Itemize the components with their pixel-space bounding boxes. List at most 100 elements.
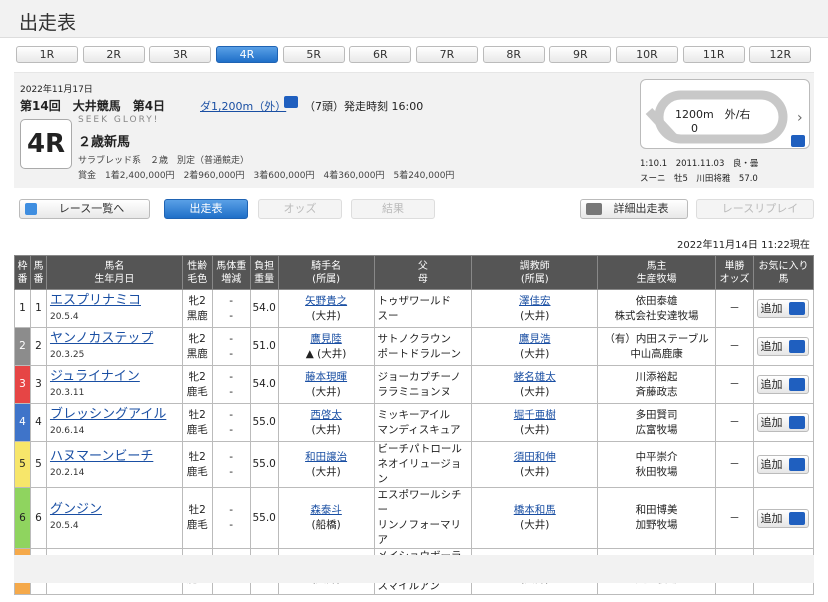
race-tab-7r[interactable]: 7R (416, 46, 478, 63)
odds-cell: － (714, 365, 754, 404)
entries-button[interactable]: 出走表 (164, 199, 248, 219)
jockey-link[interactable]: 和田譲治 (305, 451, 347, 463)
prize-2: 2着960,000円 (183, 171, 245, 181)
jockey-affiliation: ▲ (大井) (305, 347, 347, 360)
burden-cell: 51.0 (249, 327, 279, 366)
race-tab-6r[interactable]: 6R (349, 46, 412, 63)
add-favorite-button[interactable]: 追加 (757, 413, 810, 432)
body-weight-cell: -- (211, 365, 251, 404)
race-tab-2r[interactable]: 2R (82, 46, 145, 63)
distance-link[interactable]: ダ1,200m（外） (200, 98, 286, 114)
race-tab-5r[interactable]: 5R (282, 46, 345, 63)
horse-birthdate: 20.5.4 (49, 311, 79, 322)
race-replay-button[interactable]: レースリプレイ (696, 199, 814, 219)
header-weight: 馬体重 増減 (211, 255, 251, 290)
jockey-link[interactable]: 鷹見陸 (310, 333, 342, 345)
horse-name-link[interactable]: ジュライナイン (50, 369, 140, 384)
horse-name-link[interactable]: ブレッシングアイル (50, 407, 166, 422)
chevron-right-icon[interactable]: › (797, 110, 803, 126)
owner-cell: 和田博美 加野牧場 (597, 487, 716, 549)
sex-age-cell: 牡2 鹿毛 (181, 403, 213, 442)
odds-cell: － (714, 441, 754, 488)
add-favorite-button[interactable]: 追加 (757, 299, 810, 318)
jockey-link[interactable]: 西啓太 (310, 409, 342, 421)
record-line-1: 1:10.1 2011.11.03 良・曇 (640, 159, 759, 169)
trainer-link[interactable]: 蛯名雄太 (514, 371, 556, 383)
favorite-icon (789, 302, 806, 315)
owner-cell: 川添裕起 斉藤政志 (597, 365, 716, 404)
header-burden: 負担 重量 (249, 255, 279, 290)
table-header: 枠番 馬番 馬名 生年月日 性齢 毛色 馬体重 増減 負担 重量 騎手名 (所属) 父母 … (14, 255, 815, 290)
course-diagram[interactable]: 1200m 外/右 0 › (640, 79, 810, 149)
trainer-link[interactable]: 橋本和馬 (514, 504, 556, 516)
owner-cell: （有）内田ステーブル 中山高鹿康 (597, 327, 716, 366)
race-tab-3r[interactable]: 3R (149, 46, 212, 63)
trainer-link[interactable]: 澤佳宏 (519, 295, 551, 307)
sex-age-cell: 牡2 鹿毛 (181, 441, 213, 488)
horse-birthdate: 20.5.4 (49, 521, 79, 531)
horse-name-link[interactable]: ハヌマーンビーチ (50, 449, 153, 464)
prize-list: 賞金 1着2,400,000円 2着960,000円 3着600,000円 4着… (78, 168, 454, 181)
waku-cell: 2 (14, 327, 31, 366)
trainer-cell: 須田和伸 (大井) (471, 441, 599, 488)
favorite-icon (789, 378, 806, 391)
body-weight-cell: -- (211, 403, 251, 442)
jockey-link[interactable]: 矢野貴之 (305, 295, 347, 307)
race-meeting: 第14回 大井競馬 第4日 (20, 99, 166, 113)
race-tab-12r[interactable]: 12R (749, 46, 812, 63)
favorite-icon (789, 511, 806, 525)
trainer-affiliation: (大井) (520, 423, 550, 436)
race-tab-10r[interactable]: 10R (616, 46, 678, 63)
race-tab-9r[interactable]: 9R (549, 46, 612, 63)
race-tabs: 1R 2R 3R 4R 5R 6R 7R 8R 9R 10R 11R 12R (14, 46, 814, 64)
trainer-link[interactable]: 堀千亜樹 (514, 409, 556, 421)
horse-name-link[interactable]: ヤンノカステップ (50, 331, 153, 346)
race-number-box: 4R (20, 119, 72, 169)
jockey-link[interactable]: 森泰斗 (310, 504, 342, 516)
uma-cell: 2 (29, 327, 47, 366)
race-tab-8r[interactable]: 8R (482, 46, 545, 63)
header-jockey: 騎手名 (所属) (277, 255, 375, 290)
horse-birthdate: 20.2.14 (49, 467, 85, 478)
trainer-affiliation: (大井) (520, 465, 550, 478)
add-favorite-button[interactable]: 追加 (757, 375, 810, 394)
favorite-icon (789, 416, 806, 429)
waku-cell: 4 (14, 403, 31, 442)
add-favorite-button[interactable]: 追加 (757, 337, 810, 356)
trainer-link[interactable]: 須田和伸 (514, 451, 556, 463)
body-weight-cell: -- (211, 487, 251, 549)
add-favorite-button[interactable]: 追加 (757, 455, 810, 474)
prize-label: 賞金 (78, 171, 97, 181)
page-title: 出走表 (19, 12, 77, 34)
page-header: 出走表 (0, 0, 828, 38)
results-button[interactable]: 結果 (351, 199, 435, 219)
course-detail-icon[interactable] (791, 135, 805, 147)
race-list-button[interactable]: レース一覧へ (19, 199, 150, 219)
horse-name-link[interactable]: グンジン (50, 502, 102, 517)
favorite-icon (789, 340, 806, 353)
course-start-mark: 0 (691, 122, 698, 135)
sex-age-cell: 牝2 黒鹿 (181, 289, 213, 328)
race-tab-1r[interactable]: 1R (16, 46, 78, 63)
detail-entries-button[interactable]: 詳細出走表 (580, 199, 688, 219)
start-time: 発走時刻 16:00 (344, 100, 424, 113)
horse-cell: グンジン 20.5.4 (45, 487, 183, 549)
trainer-cell: 橋本和馬 (大井) (471, 487, 599, 549)
table-row: 4 4 ブレッシングアイル 20.6.14 牡2 鹿毛 - -55.0 西啓太 (大井) ミッキーア… (14, 403, 815, 442)
jockey-cell: 藤本現暉 (大井) (277, 365, 375, 404)
burden-cell: 54.0 (249, 289, 279, 328)
add-favorite-button[interactable]: 追加 (757, 508, 810, 528)
waku-cell: 5 (14, 441, 31, 488)
footer-bar (14, 555, 814, 583)
odds-button[interactable]: オッズ (258, 199, 342, 219)
header-odds: 単勝 オッズ (714, 255, 754, 290)
header-horse: 馬名 生年月日 (45, 255, 183, 290)
jockey-link[interactable]: 藤本現暉 (305, 371, 347, 383)
trainer-link[interactable]: 鷹見浩 (519, 333, 551, 345)
table-row: 2 2 ヤンノカステップ 20.3.25 牝2 黒鹿 - -51.0 鷹見陸 ▲ (大井) サトノク… (14, 327, 815, 366)
race-tab-11r[interactable]: 11R (682, 46, 745, 63)
horse-name-link[interactable]: エスプリナミコ (50, 293, 141, 308)
race-tab-4r[interactable]: 4R (216, 46, 278, 63)
course-map-icon[interactable] (284, 96, 298, 108)
table-row: 5 5 ハヌマーンビーチ 20.2.14 牡2 鹿毛 - -55.0 和田譲治 (大井) ビーチパト… (14, 441, 815, 488)
